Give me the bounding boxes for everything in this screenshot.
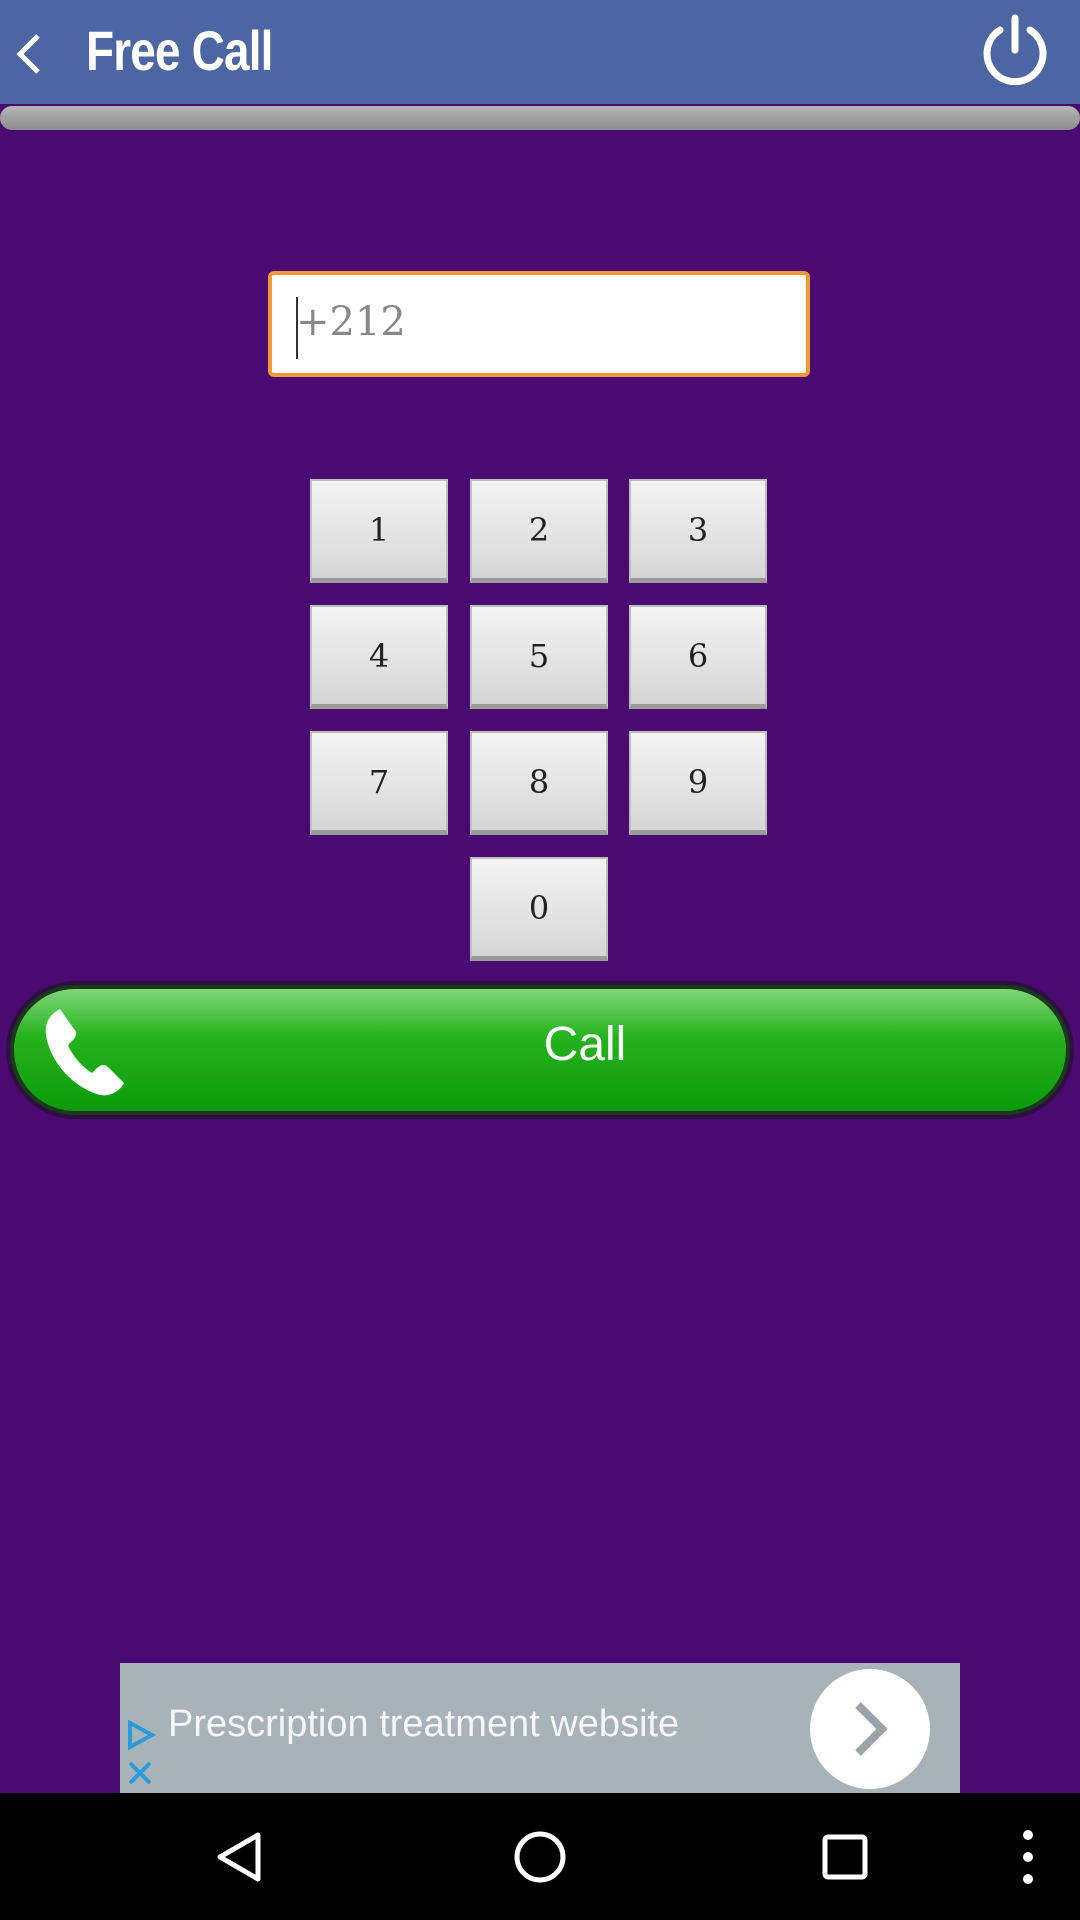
close-icon[interactable] xyxy=(122,1755,158,1791)
header-divider xyxy=(0,106,1080,130)
key-9[interactable]: 9 xyxy=(629,731,767,835)
home-circle-icon xyxy=(514,1831,566,1883)
key-7[interactable]: 7 xyxy=(310,731,448,835)
ad-choices-icon[interactable] xyxy=(122,1717,158,1753)
back-triangle-icon xyxy=(217,1832,261,1882)
key-1[interactable]: 1 xyxy=(310,479,448,583)
page-title: Free Call xyxy=(86,19,273,82)
call-button-label: Call xyxy=(543,1018,627,1071)
phone-number-value: +212 xyxy=(296,299,406,345)
key-2[interactable]: 2 xyxy=(470,479,608,583)
ad-text[interactable]: Prescription treatment website xyxy=(168,1703,679,1746)
ad-arrow-button[interactable] xyxy=(810,1669,930,1789)
nav-more-button[interactable] xyxy=(958,1793,1080,1920)
power-icon xyxy=(983,14,1047,86)
recents-square-icon xyxy=(822,1834,868,1880)
chevron-left-icon xyxy=(16,34,40,74)
nav-home-button[interactable] xyxy=(470,1793,610,1920)
back-button[interactable] xyxy=(0,0,64,104)
key-3[interactable]: 3 xyxy=(629,479,767,583)
more-vert-icon xyxy=(1023,1830,1033,1884)
key-5[interactable]: 5 xyxy=(470,605,608,709)
app-bar: Free Call xyxy=(0,0,1080,104)
system-nav-bar xyxy=(0,1793,1080,1920)
nav-recents-button[interactable] xyxy=(775,1793,915,1920)
phone-number-input[interactable]: +212 xyxy=(268,271,810,377)
call-button[interactable]: Call xyxy=(10,985,1070,1115)
key-4[interactable]: 4 xyxy=(310,605,448,709)
key-0[interactable]: 0 xyxy=(470,857,608,961)
ad-banner[interactable]: Prescription treatment website xyxy=(120,1663,960,1793)
key-8[interactable]: 8 xyxy=(470,731,608,835)
key-6[interactable]: 6 xyxy=(629,605,767,709)
power-button[interactable] xyxy=(970,10,1060,94)
nav-back-button[interactable] xyxy=(170,1793,310,1920)
chevron-right-icon xyxy=(855,1702,888,1756)
